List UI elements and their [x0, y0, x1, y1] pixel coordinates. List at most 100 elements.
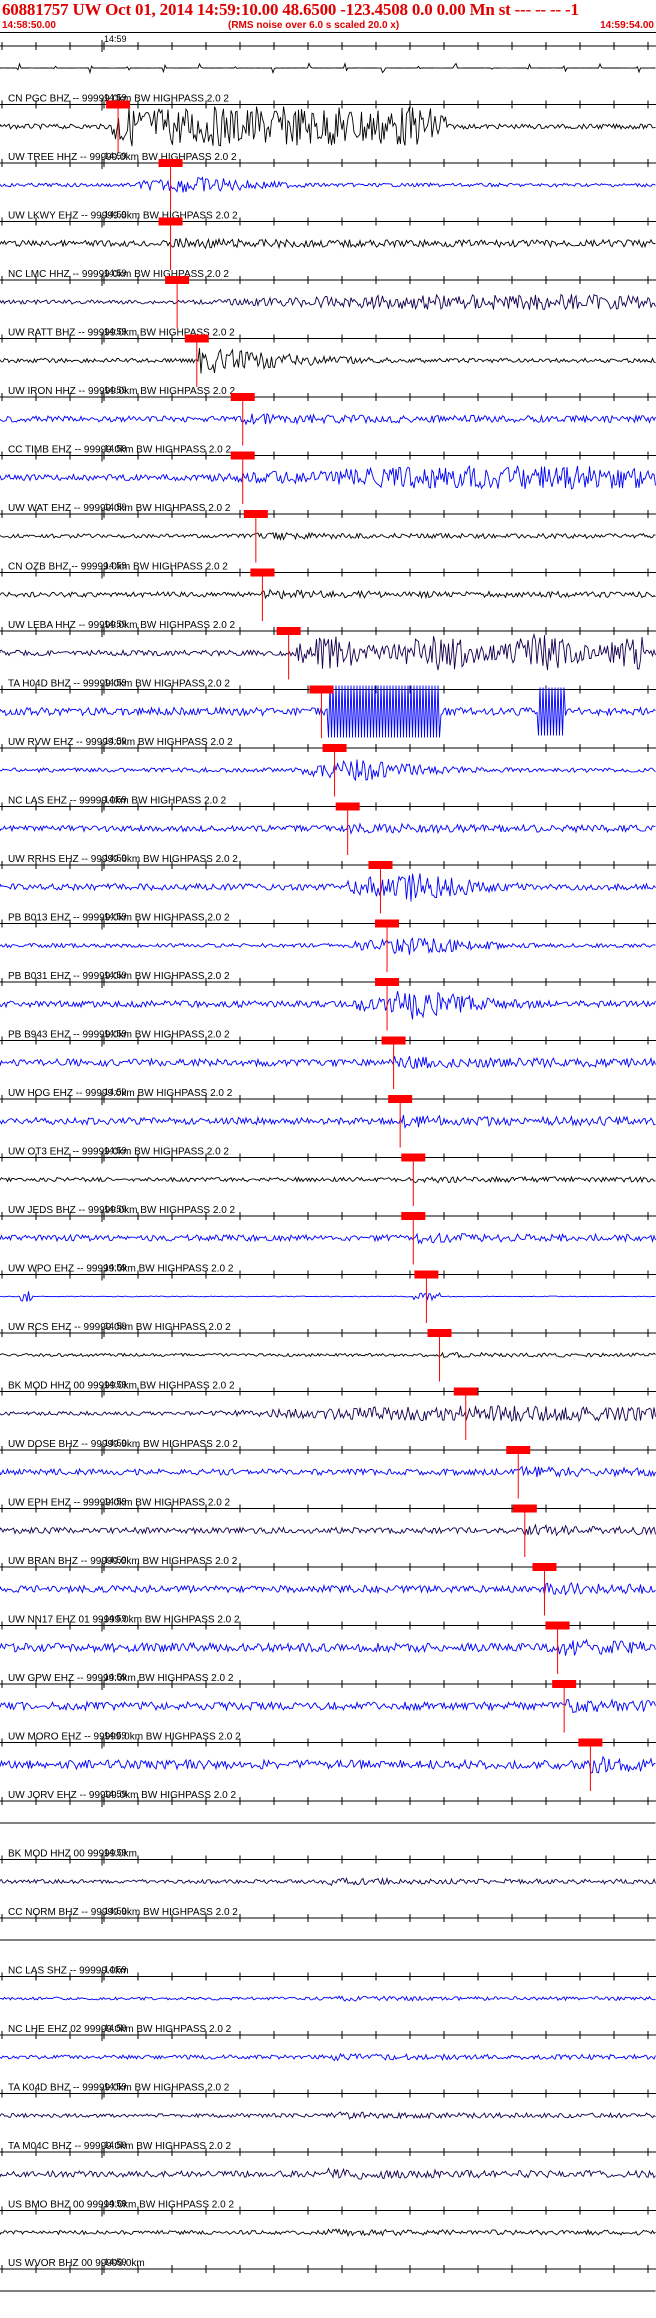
trace-36: 14:59TA M04C BHZ -- 99999.0km BW HIGHPAS…	[0, 2140, 656, 2180]
station-label: PB B943 EHZ -- 99999.0km BW HIGHPASS 2.0…	[8, 1030, 230, 1041]
trace-29: 14:59UW MORO EHZ -- 99999.0km BW HIGHPAS…	[0, 1731, 656, 1791]
trace-33: 14:59NC LAS SHZ -- 99999.0km	[0, 1965, 656, 2002]
station-label: US BMO BHZ 00 99999.0km BW HIGHPASS 2.0 …	[8, 2200, 234, 2211]
waveform	[0, 1876, 656, 1887]
station-label: UW IRON HHZ -- 99999.0km BW HIGHPASS 2.0…	[8, 386, 236, 397]
waveform	[0, 531, 656, 542]
station-label: UW LKWY EHZ -- 99999.0km BW HIGHPASS 2.0…	[8, 211, 238, 222]
trace-12: 14:59UW RVW EHZ -- 99999.0km BW HIGHPASS…	[0, 736, 656, 797]
trace-1: 14:59CN PGC BHZ -- 99999.0km BW HIGHPASS…	[0, 93, 656, 153]
waveform	[0, 2228, 656, 2238]
waveform	[0, 937, 656, 955]
waveform	[0, 293, 656, 311]
station-label: NC LHE EHZ 02 99999.0km BW HIGHPASS 2.0 …	[8, 2024, 232, 2035]
waveform	[0, 1465, 656, 1478]
trace-25: 14:59UW EPH EHZ -- 99999.0km BW HIGHPASS…	[0, 1497, 656, 1557]
station-label: UW WPO EHZ -- 99999.0km BW HIGHPASS 2.0 …	[8, 1264, 234, 1275]
waveform	[0, 1698, 656, 1714]
waveform	[0, 1056, 656, 1069]
waveform	[0, 873, 656, 902]
waveform	[0, 2052, 656, 2062]
waveform	[0, 759, 656, 782]
station-label: UW EPH EHZ -- 99999.0km BW HIGHPASS 2.0 …	[8, 1498, 231, 1509]
waveform	[0, 632, 656, 671]
waveform	[0, 176, 656, 193]
trace-8: 14:59UW WAT EHZ -- 99999.0km BW HIGHPASS…	[0, 502, 656, 563]
waveform	[0, 1291, 656, 1302]
waveform	[0, 2167, 656, 2180]
trace-17: 14:59PB B943 EHZ -- 99999.0km BW HIGHPAS…	[0, 1029, 656, 1089]
waveform	[0, 464, 656, 490]
station-label: CN OZB BHZ -- 99999.0km BW HIGHPASS 2.0 …	[8, 562, 228, 573]
event-title: 60881757 UW Oct 01, 2014 14:59:10.00 48.…	[2, 0, 579, 19]
waveform	[0, 588, 656, 600]
header: 60881757 UW Oct 01, 2014 14:59:10.00 48.…	[0, 0, 656, 34]
waveform	[0, 2111, 656, 2120]
minute-label: 14:59	[104, 34, 127, 44]
trace-30: 14:59UW JORV EHZ -- 99999.0km BW HIGHPAS…	[0, 1789, 656, 1824]
station-label: UW RRHS EHZ -- 99999.0km BW HIGHPASS 2.0…	[8, 854, 238, 865]
waveform	[0, 1755, 656, 1774]
trace-22: 14:59UW RCS EHZ -- 99999.0km BW HIGHPASS…	[0, 1321, 656, 1382]
station-label: UW GPW EHZ -- 99999.0km BW HIGHPASS 2.0 …	[8, 1673, 234, 1684]
trace-11: 14:59TA H04D BHZ -- 99999.0km BW HIGHPAS…	[0, 678, 656, 738]
waveform	[0, 991, 656, 1020]
waveform	[0, 348, 656, 374]
end-time: 14:59:54.00	[600, 20, 654, 31]
waveform	[0, 1995, 656, 2002]
station-label: BK MOD HHZ 00 99999.0km BW HIGHPASS 2.0 …	[8, 1381, 235, 1392]
start-time: 14:58:50.00	[2, 20, 56, 31]
station-label: UW DOSE BHZ -- 99999.0km BW HIGHPASS 2.0…	[8, 1439, 238, 1450]
station-label: UW NN17 EHZ 01 99999.0km BW HIGHPASS 2.0…	[8, 1615, 240, 1626]
waveform	[0, 413, 656, 426]
trace-24: 14:59UW DOSE BHZ -- 99999.0km BW HIGHPAS…	[0, 1438, 656, 1499]
trace-20: 14:59UW JEDS BHZ -- 99999.0km BW HIGHPAS…	[0, 1204, 656, 1265]
trace-13: 14:59NC LAS EHZ -- 99999.0km BW HIGHPASS…	[0, 795, 656, 855]
station-label: TA M04C BHZ -- 99999.0km BW HIGHPASS 2.0…	[8, 2141, 231, 2152]
station-label: BK MOD HHZ 00 99999.0km	[8, 1849, 137, 1860]
station-label: NC LAS EHZ -- 99999.0km BW HIGHPASS 2.0 …	[8, 796, 227, 807]
station-label: UW RVW EHZ -- 99999.0km BW HIGHPASS 2.0 …	[8, 737, 233, 748]
station-label: UW HOG EHZ -- 99999.0km BW HIGHPASS 2.0 …	[8, 1088, 233, 1099]
station-label: UW JORV EHZ -- 99999.0km BW HIGHPASS 2.0…	[8, 1790, 236, 1801]
station-label: UW OT3 EHZ -- 99999.0km BW HIGHPASS 2.0 …	[8, 1147, 229, 1158]
trace-16: 14:59PB B031 EHZ -- 99999.0km BW HIGHPAS…	[0, 970, 656, 1031]
trace-28: 14:59UW GPW EHZ -- 99999.0km BW HIGHPASS…	[0, 1672, 656, 1733]
trace-23: 14:59BK MOD HHZ 00 99999.0km BW HIGHPASS…	[0, 1380, 656, 1440]
trace-15: 14:59PB B013 EHZ -- 99999.0km BW HIGHPAS…	[0, 912, 656, 972]
trace-21: 14:59UW WPO EHZ -- 99999.0km BW HIGHPASS…	[0, 1263, 656, 1323]
trace-32: 14:59CC NORM BHZ -- 99999.0km BW HIGHPAS…	[0, 1906, 656, 1941]
station-label: NC LAS SHZ -- 99999.0km	[8, 1966, 129, 1977]
trace-5: 14:59UW RATT BHZ -- 99999.0km BW HIGHPAS…	[0, 327, 656, 387]
station-label: UW WAT EHZ -- 99999.0km BW HIGHPASS 2.0 …	[8, 503, 231, 514]
station-label: UW LEBA HHZ -- 99999.0km BW HIGHPASS 2.0…	[8, 620, 236, 631]
station-label: CC NORM BHZ -- 99999.0km BW HIGHPASS 2.0…	[8, 1907, 238, 1918]
station-label: PB B013 EHZ -- 99999.0km BW HIGHPASS 2.0…	[8, 913, 230, 924]
trace-3: 14:59UW LKWY EHZ -- 99999.0km BW HIGHPAS…	[0, 210, 656, 270]
station-label: PB B031 EHZ -- 99999.0km BW HIGHPASS 2.0…	[8, 971, 230, 982]
waveform	[0, 1523, 656, 1537]
station-label: UW MORO EHZ -- 99999.0km BW HIGHPASS 2.0…	[8, 1732, 241, 1743]
waveform	[0, 61, 656, 75]
waveform	[0, 1114, 656, 1130]
noise-subtitle: (RMS noise over 6.0 s scaled 20.0 x)	[228, 20, 400, 31]
trace-38: 14:59US WVOR BHZ 00 99999.0km	[0, 2257, 656, 2292]
waveform	[0, 1582, 656, 1596]
station-label: UW TREE HHZ -- 99999.0km BW HIGHPASS 2.0…	[8, 152, 237, 163]
trace-34: 14:59NC LHE EHZ 02 99999.0km BW HIGHPASS…	[0, 2023, 656, 2062]
waveform	[0, 1351, 656, 1359]
waveform	[0, 106, 656, 147]
trace-14: 14:59UW RRHS EHZ -- 99999.0km BW HIGHPAS…	[0, 853, 656, 914]
trace-37: 14:59US BMO BHZ 00 99999.0km BW HIGHPASS…	[0, 2199, 656, 2238]
seismogram-panel: 14:59 14:59CN PGC BHZ -- 99999.0km BW HIG…	[0, 34, 656, 2292]
trace-2: 14:59UW TREE HHZ -- 99999.0km BW HIGHPAS…	[0, 151, 656, 212]
waveform	[0, 822, 656, 835]
trace-27: 14:59UW NN17 EHZ 01 99999.0km BW HIGHPAS…	[0, 1614, 656, 1674]
trace-35: 14:59TA K04D BHZ -- 99999.0km BW HIGHPAS…	[0, 2082, 656, 2120]
trace-6: 14:59UW IRON HHZ -- 99999.0km BW HIGHPAS…	[0, 385, 656, 446]
trace-4: 14:59NC LMC HHZ -- 99999.0km BW HIGHPASS…	[0, 268, 656, 329]
station-label: TA K04D BHZ -- 99999.0km BW HIGHPASS 2.0…	[8, 2083, 230, 2094]
station-label: NC LMC HHZ -- 99999.0km BW HIGHPASS 2.0 …	[8, 269, 229, 280]
trace-0: 14:59	[0, 34, 656, 75]
waveform	[0, 237, 656, 250]
